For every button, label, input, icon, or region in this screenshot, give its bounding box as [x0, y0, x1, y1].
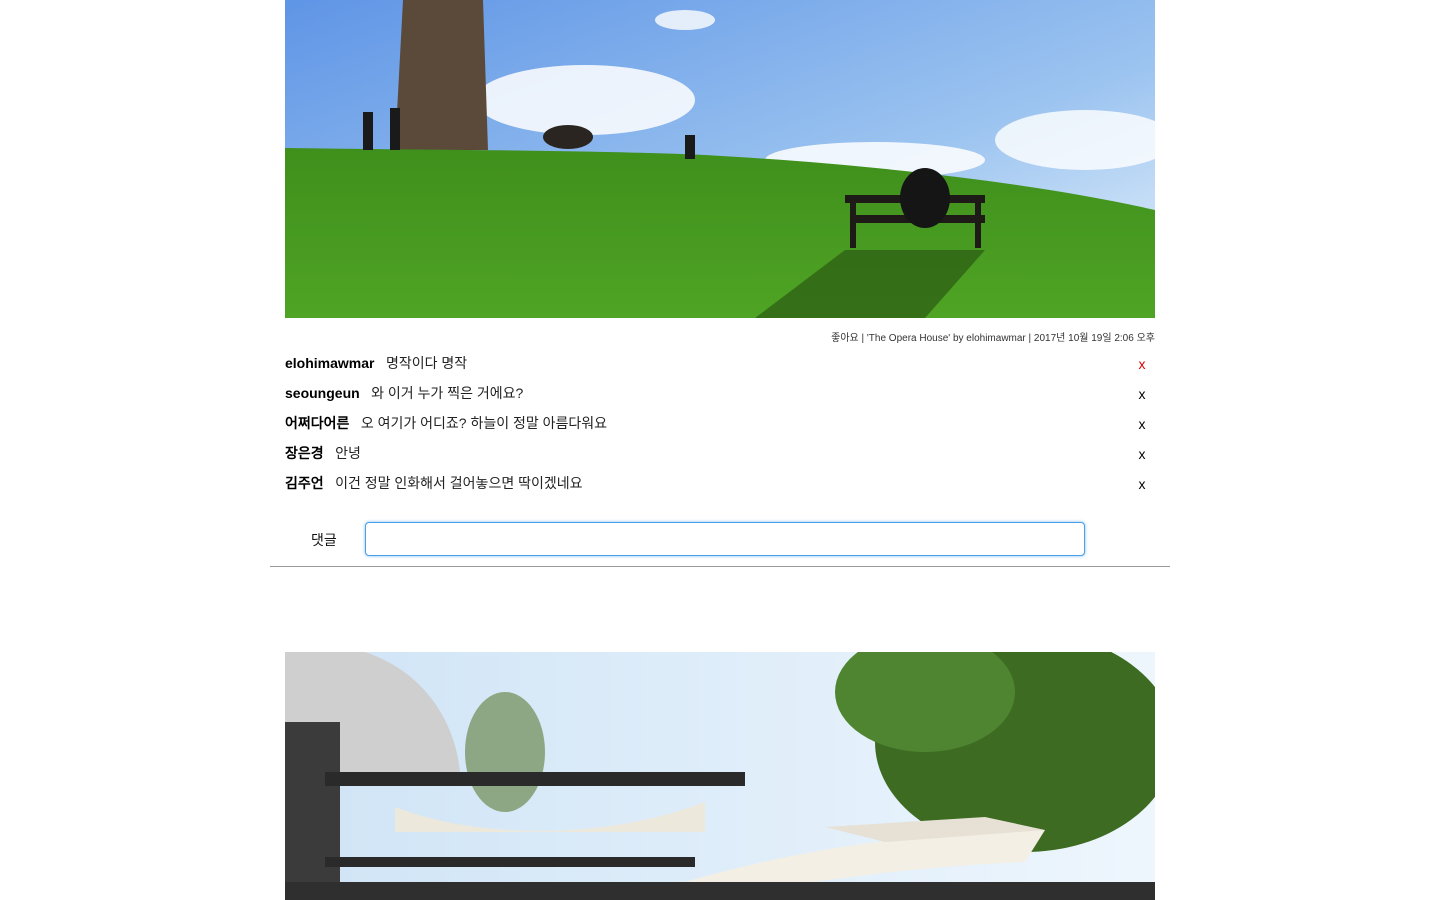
comment-author[interactable]: 장은경: [285, 445, 324, 461]
comment-text: 안녕: [335, 445, 361, 461]
comment-author[interactable]: 김주언: [285, 475, 324, 491]
delete-comment-button[interactable]: x: [1135, 356, 1149, 372]
comment-item: seoungeun 와 이거 누가 찍은 거에요? x: [285, 381, 1155, 411]
comment-author[interactable]: 어쩌다어른: [285, 415, 349, 431]
park-photo-image: [285, 0, 1155, 318]
comment-text: 이건 정말 인화해서 걸어놓으면 딱이겠네요: [335, 475, 583, 491]
comment-author[interactable]: elohimawmar: [285, 355, 374, 371]
comment-list: elohimawmar 명작이다 명작 x seoungeun 와 이거 누가 …: [285, 351, 1155, 501]
comment-input[interactable]: [365, 522, 1085, 556]
delete-comment-button[interactable]: x: [1135, 476, 1149, 492]
post-meta: 좋아요 | 'The Opera House' by elohimawmar |…: [831, 333, 1155, 344]
post-photo[interactable]: [285, 0, 1155, 318]
post-card: [270, 652, 1170, 900]
post-card: 좋아요 | 'The Opera House' by elohimawmar |…: [270, 0, 1170, 567]
comment-item: 장은경 안녕 x: [285, 441, 1155, 471]
comment-form: 댓글: [285, 522, 1155, 556]
cafe-photo-image: [285, 652, 1155, 900]
comment-label: 댓글: [311, 532, 337, 548]
comment-item: elohimawmar 명작이다 명작 x: [285, 351, 1155, 381]
comment-text: 명작이다 명작: [385, 355, 468, 371]
comment-item: 어쩌다어른 오 여기가 어디죠? 하늘이 정말 아름다워요 x: [285, 411, 1155, 441]
comment-author[interactable]: seoungeun: [285, 385, 360, 401]
delete-comment-button[interactable]: x: [1135, 386, 1149, 402]
delete-comment-button[interactable]: x: [1135, 416, 1149, 432]
post-photo[interactable]: [285, 652, 1155, 900]
delete-comment-button[interactable]: x: [1135, 446, 1149, 462]
comment-text: 오 여기가 어디죠? 하늘이 정말 아름다워요: [360, 415, 608, 431]
comment-item: 김주언 이건 정말 인화해서 걸어놓으면 딱이겠네요 x: [285, 471, 1155, 501]
comment-text: 와 이거 누가 찍은 거에요?: [371, 385, 524, 401]
